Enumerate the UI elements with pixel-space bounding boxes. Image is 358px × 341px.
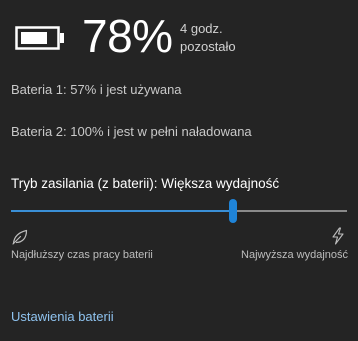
time-remaining: 4 godz. pozostało — [180, 20, 300, 56]
battery-flyout: 78% 4 godz. pozostało Bateria 1: 57% i j… — [0, 0, 358, 341]
slider-fill — [11, 210, 233, 212]
time-remaining-value: 4 godz. — [180, 21, 223, 36]
leaf-icon — [11, 228, 29, 246]
battery-2-status: Bateria 2: 100% i jest w pełni naładowan… — [11, 124, 252, 139]
slider-min-label: Najdłuższy czas pracy baterii — [11, 249, 153, 261]
battery-percentage: 78% — [82, 10, 173, 62]
battery-icon — [15, 26, 65, 50]
slider-max-label: Najwyższa wydajność — [241, 249, 348, 261]
power-mode-slider[interactable] — [11, 199, 347, 225]
power-mode-label: Tryb zasilania (z baterii): Większa wyda… — [11, 176, 280, 191]
battery-1-status: Bateria 1: 57% i jest używana — [11, 82, 182, 97]
battery-settings-link[interactable]: Ustawienia baterii — [11, 309, 114, 324]
bolt-icon — [330, 227, 346, 245]
slider-thumb[interactable] — [229, 199, 237, 223]
time-remaining-suffix: pozostało — [180, 39, 236, 54]
